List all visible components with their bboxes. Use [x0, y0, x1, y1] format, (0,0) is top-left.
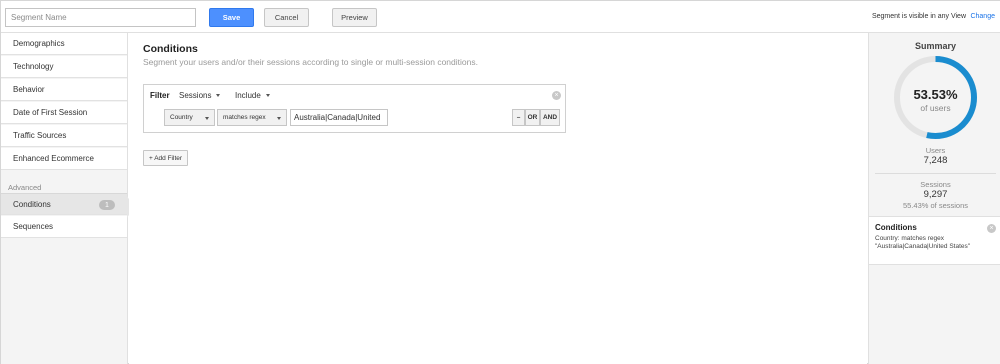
advanced-heading: Advanced: [8, 183, 42, 192]
top-bar: Save Cancel Preview Segment is visible i…: [1, 1, 1000, 33]
filter-card: Filter Sessions Include × Country matche…: [143, 84, 566, 133]
sidebar-item-enhanced-ecommerce[interactable]: Enhanced Ecommerce: [1, 148, 127, 170]
conditions-count-badge: 1: [99, 200, 115, 210]
main-panel: Conditions Segment your users and/or the…: [129, 33, 867, 364]
save-button[interactable]: Save: [209, 8, 254, 27]
segment-name-input[interactable]: [5, 8, 196, 27]
page-title: Conditions: [143, 43, 198, 55]
scope-value: Sessions: [179, 91, 212, 100]
remove-condition-button[interactable]: –: [512, 109, 525, 126]
users-percent-label: of users: [920, 103, 951, 113]
conditions-summary-regex: "Australia|Canada|United States": [875, 243, 971, 250]
sidebar-item-label: Conditions: [13, 199, 51, 209]
summary-divider: [875, 173, 996, 174]
sidebar-item-technology[interactable]: Technology: [1, 56, 127, 78]
summary-panel: Summary 53.53% of users Users 7,248 Sess…: [868, 33, 1000, 364]
sidebar-item-behavior[interactable]: Behavior: [1, 79, 127, 101]
operator-value: matches regex: [223, 114, 266, 121]
conditions-summary-title: Conditions: [875, 223, 917, 232]
scope-dropdown[interactable]: Sessions: [179, 91, 221, 100]
or-button[interactable]: OR: [525, 109, 540, 126]
operator-select[interactable]: matches regex: [217, 109, 287, 126]
conditions-summary-card: Conditions × Country: matches regex "Aus…: [869, 216, 1000, 265]
include-value: Include: [235, 91, 261, 100]
remove-filter-icon[interactable]: ×: [552, 91, 561, 100]
sidebar-item-label: Traffic Sources: [13, 131, 67, 140]
dimension-value: Country: [170, 114, 193, 121]
chevron-down-icon: [277, 117, 281, 120]
conditions-summary-line: Country: matches regex: [875, 235, 945, 242]
summary-title: Summary: [914, 41, 957, 51]
sidebar-item-date-of-first-session[interactable]: Date of First Session: [1, 102, 127, 124]
and-button[interactable]: AND: [540, 109, 560, 126]
sidebar: Demographics Technology Behavior Date of…: [1, 33, 134, 364]
visibility-text: Segment is visible in any View: [871, 13, 966, 20]
condition-value-input[interactable]: [290, 109, 388, 126]
sidebar-item-label: Demographics: [13, 39, 65, 48]
chevron-down-icon: [265, 94, 270, 98]
sidebar-item-label: Date of First Session: [13, 108, 88, 117]
users-value: 7,248: [923, 155, 948, 166]
include-dropdown[interactable]: Include: [235, 91, 270, 100]
chevron-down-icon: [216, 94, 221, 98]
change-link[interactable]: Change: [970, 13, 995, 20]
sessions-value: 9,297: [923, 189, 948, 200]
sessions-label: Sessions: [920, 180, 951, 189]
cancel-button[interactable]: Cancel: [264, 8, 309, 27]
filter-label: Filter: [150, 91, 170, 100]
dimension-select[interactable]: Country: [164, 109, 215, 126]
sidebar-item-label: Sequences: [13, 222, 54, 231]
sidebar-item-sequences[interactable]: Sequences: [1, 216, 127, 238]
sidebar-item-conditions[interactable]: Conditions 1: [1, 193, 127, 215]
users-label: Users: [925, 146, 946, 155]
sessions-percent: 55.43% of sessions: [902, 201, 969, 210]
add-filter-button[interactable]: + Add Filter: [143, 150, 188, 166]
chevron-down-icon: [205, 117, 209, 120]
remove-conditions-icon[interactable]: ×: [987, 224, 996, 233]
sidebar-item-traffic-sources[interactable]: Traffic Sources: [1, 125, 127, 147]
segment-editor: Save Cancel Preview Segment is visible i…: [0, 0, 1000, 364]
sidebar-item-label: Behavior: [13, 85, 45, 94]
users-percent: 53.53%: [913, 87, 958, 102]
sidebar-item-demographics[interactable]: Demographics: [1, 33, 127, 55]
preview-button[interactable]: Preview: [332, 8, 377, 27]
page-subtitle: Segment your users and/or their sessions…: [143, 57, 478, 67]
sidebar-item-label: Enhanced Ecommerce: [13, 154, 94, 163]
sidebar-item-label: Technology: [13, 62, 54, 71]
